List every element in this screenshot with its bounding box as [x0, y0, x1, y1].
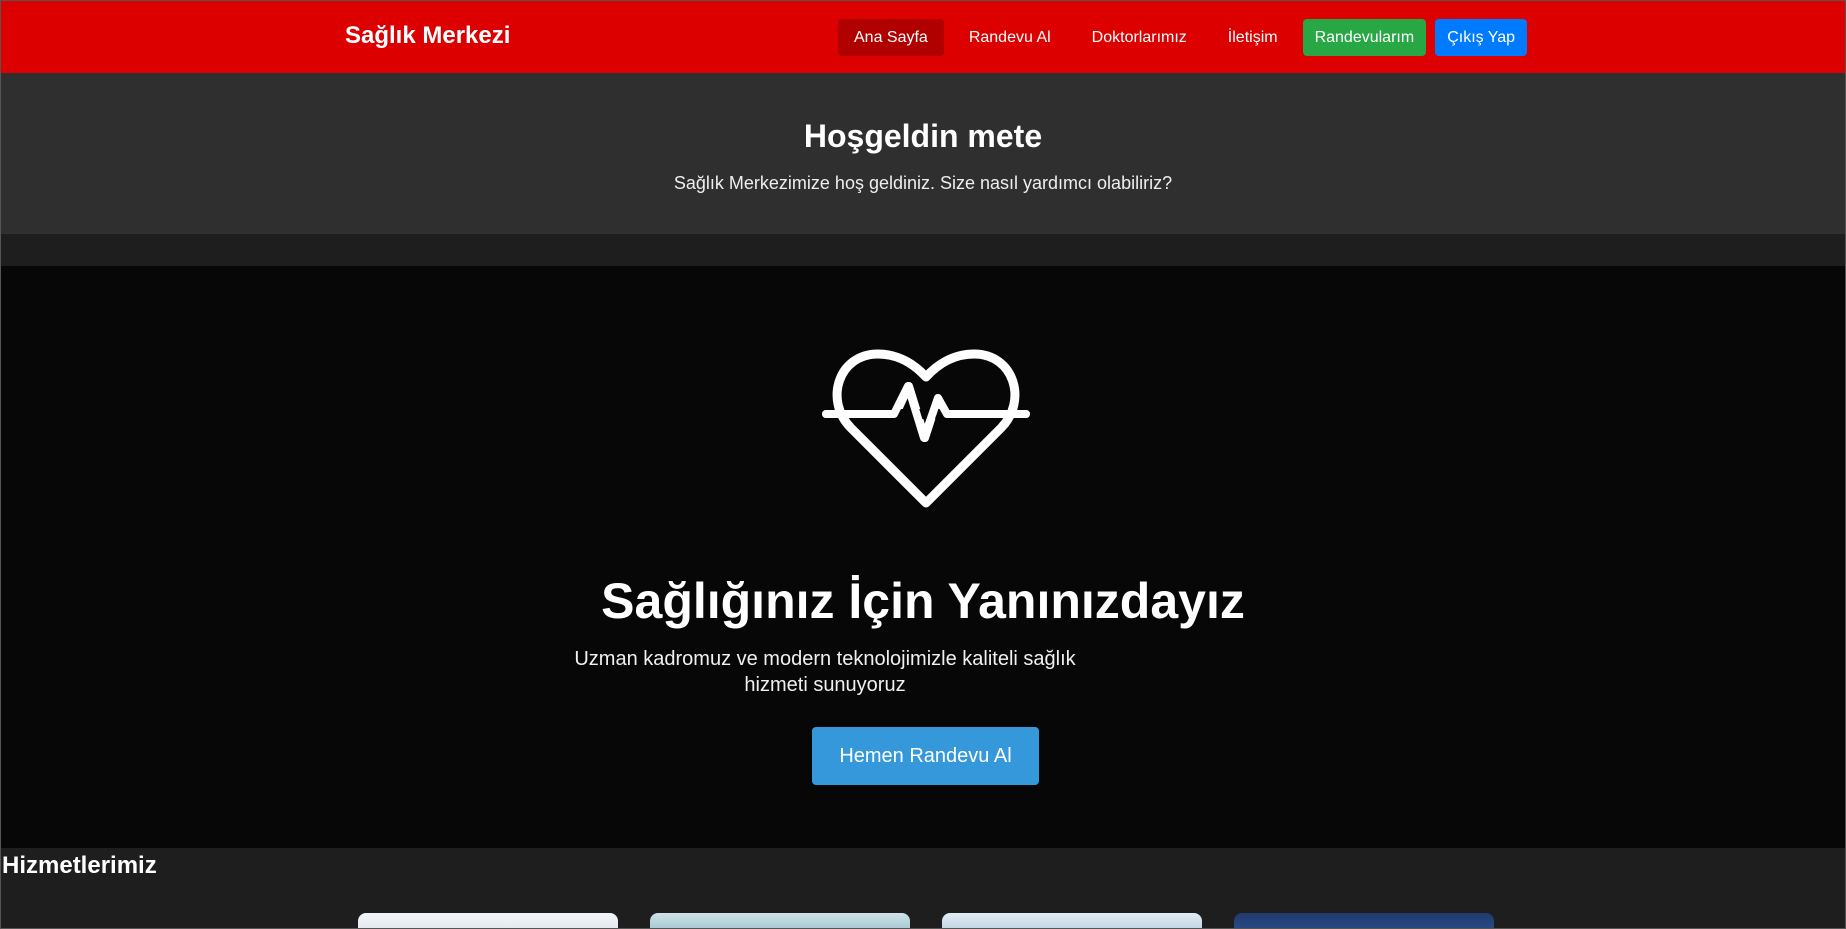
nav-contact[interactable]: İletişim — [1212, 19, 1294, 56]
heart-pulse-icon — [822, 349, 1030, 508]
hero-subtitle: Uzman kadromuz ve modern teknolojimizle … — [574, 648, 1076, 696]
services-title: Hizmetlerimiz — [2, 852, 157, 879]
service-card[interactable] — [942, 913, 1202, 929]
welcome-section: Hoşgeldin mete Sağlık Merkezimize hoş ge… — [0, 73, 1846, 234]
my-appointments-button[interactable]: Randevularım — [1302, 19, 1427, 56]
service-card[interactable] — [358, 913, 618, 929]
main-nav: Ana Sayfa Randevu Al Doktorlarımız İleti… — [838, 19, 1528, 56]
logout-button[interactable]: Çıkış Yap — [1435, 19, 1528, 56]
nav-home[interactable]: Ana Sayfa — [838, 19, 944, 56]
nav-doctors[interactable]: Doktorlarımız — [1076, 19, 1203, 56]
service-card[interactable] — [1234, 913, 1494, 929]
navbar: Sağlık Merkezi Ana Sayfa Randevu Al Dokt… — [0, 0, 1846, 73]
book-now-button[interactable]: Hemen Randevu Al — [812, 727, 1039, 785]
brand-logo[interactable]: Sağlık Merkezi — [345, 22, 510, 50]
hero-title: Sağlığınız İçin Yanınızdayız — [601, 573, 1245, 629]
service-card[interactable] — [650, 913, 910, 929]
welcome-message: Sağlık Merkezimize hoş geldiniz. Size na… — [673, 173, 1173, 193]
welcome-title: Hoşgeldin mete — [803, 118, 1043, 154]
nav-book-appointment[interactable]: Randevu Al — [953, 19, 1067, 56]
